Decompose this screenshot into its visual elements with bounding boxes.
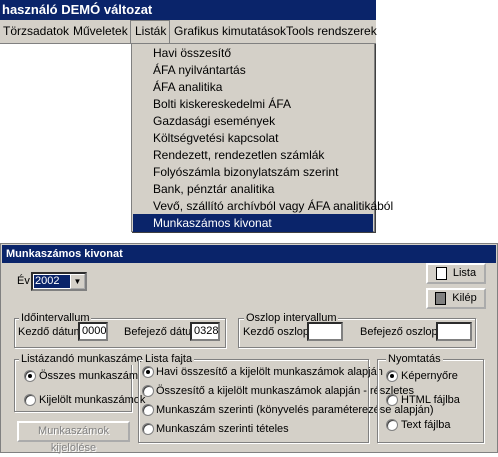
dd-bank-penztar[interactable]: Bank, pénztár analitika — [133, 180, 373, 198]
radio-kepernyore-label: Képernyőre — [401, 370, 458, 382]
radio-osszes[interactable] — [24, 370, 36, 382]
dd-afa-nyilvantartas[interactable]: ÁFA nyilvántartás — [133, 61, 373, 79]
dd-afa-analitika[interactable]: ÁFA analitika — [133, 78, 373, 96]
radio-tetelyes-label: Munkaszám szerinti tételes — [156, 423, 289, 435]
dd-koltsegvetesi[interactable]: Költségvetési kapcsolat — [133, 129, 373, 147]
start-date-label: Kezdő dátum: — [18, 326, 86, 338]
chevron-down-icon[interactable]: ▼ — [70, 274, 85, 289]
radio-kijelolt-label: Kijelölt munkaszámok — [39, 394, 146, 406]
dd-vevo-szallito[interactable]: Vevő, szállító archívból vagy ÁFA analit… — [133, 197, 393, 215]
start-col-label: Kezdő oszlop: — [243, 326, 313, 338]
listak-dropdown: Havi összesítő ÁFA nyilvántartás ÁFA ana… — [131, 43, 393, 232]
year-label: Év — [17, 275, 30, 287]
menu-grafikus[interactable]: Grafikus kimutatások — [174, 20, 286, 43]
kijelolese-button[interactable]: Munkaszámok kijelölése — [17, 421, 130, 454]
dd-havi-osszesito[interactable]: Havi összesítő — [133, 44, 373, 62]
window-title: használó DEMÓ változat — [0, 0, 376, 20]
exit-door-icon — [435, 291, 447, 305]
radio-havi-osszesito-label: Havi összesítő a kijelölt munkaszámok al… — [156, 366, 383, 378]
radio-osszesito-reszletes[interactable] — [142, 385, 154, 397]
listazando-title: Listázandó munkaszámok — [19, 353, 151, 365]
lista-button[interactable]: Lista — [426, 263, 486, 284]
start-col-input[interactable] — [307, 322, 343, 341]
menu-torzsadatok[interactable]: Törzsadatok — [3, 20, 69, 43]
year-select[interactable]: 2002 ▼ — [31, 272, 87, 291]
lista-fajta-title: Lista fajta — [143, 353, 195, 365]
menu-tools[interactable]: Tools rendszerek — [286, 20, 377, 43]
dd-folyoszamla[interactable]: Folyószámla bizonylatszám szerint — [133, 163, 373, 181]
radio-tetelyes[interactable] — [142, 423, 154, 435]
radio-text-label: Text fájlba — [401, 419, 451, 431]
radio-html-label: HTML fájlba — [401, 394, 460, 406]
radio-kepernyore[interactable] — [386, 370, 398, 382]
start-date-input[interactable]: 0000 — [78, 322, 108, 341]
dd-munkaszamos[interactable]: Munkaszámos kivonat — [133, 214, 373, 232]
kilep-button-label: Kilép — [452, 292, 477, 304]
dd-gazdasagi[interactable]: Gazdasági események — [133, 112, 373, 130]
menubar: Törzsadatok Műveletek Listák Grafikus ki… — [0, 20, 377, 44]
radio-text[interactable] — [386, 419, 398, 431]
radio-osszesito-reszletes-label: Összesítő a kijelölt munkaszámok alapján… — [156, 385, 414, 397]
radio-havi-osszesito[interactable] — [142, 366, 154, 378]
dd-bolti-afa[interactable]: Bolti kiskereskedelmi ÁFA — [133, 95, 373, 113]
dialog-title: Munkaszámos kivonat — [2, 245, 496, 263]
menu-listak[interactable]: Listák — [130, 20, 170, 43]
end-col-input[interactable] — [436, 322, 472, 341]
menu-muveletek[interactable]: Műveletek — [73, 20, 128, 43]
nyomtatas-title: Nyomtatás — [386, 353, 443, 365]
end-col-label: Befejező oszlop: — [360, 326, 441, 338]
dd-rendezett[interactable]: Rendezett, rendezetlen számlák — [133, 146, 373, 164]
document-icon — [435, 266, 447, 280]
lista-button-label: Lista — [452, 267, 477, 279]
end-date-input[interactable]: 0328 — [190, 322, 220, 341]
radio-munkaszam-szerinti[interactable] — [142, 404, 154, 416]
radio-kijelolt[interactable] — [24, 394, 36, 406]
year-value: 2002 — [34, 275, 71, 288]
kilep-button[interactable]: Kilép — [426, 288, 486, 309]
radio-osszes-label: Összes munkaszám — [39, 370, 139, 382]
radio-html[interactable] — [386, 394, 398, 406]
